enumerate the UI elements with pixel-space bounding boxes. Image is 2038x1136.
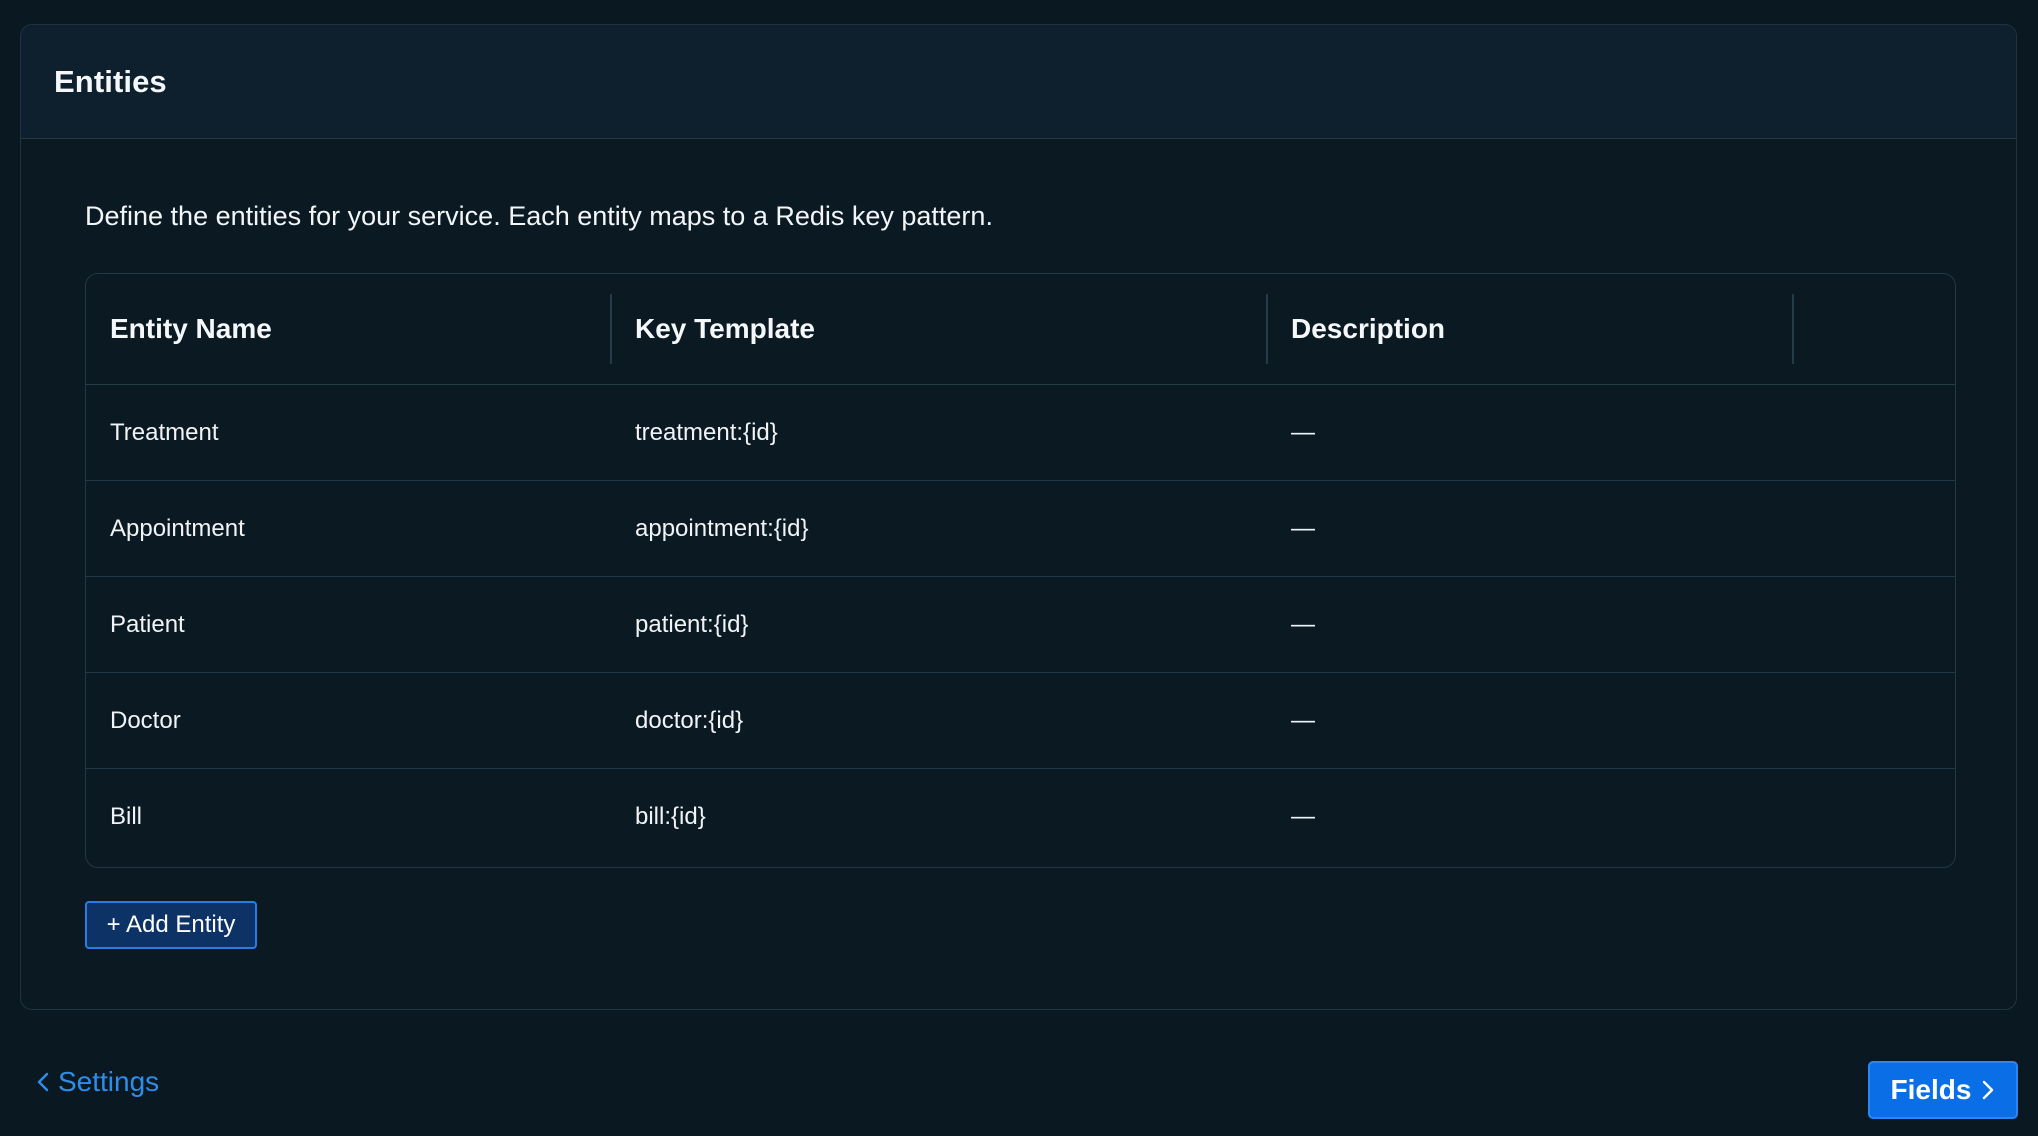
add-entity-button[interactable]: + Add Entity	[85, 901, 257, 949]
chevron-left-icon	[37, 1072, 49, 1092]
entities-table: Entity Name Key Template Description Tre…	[85, 273, 1956, 868]
description-cell: —	[1291, 418, 1315, 446]
column-header-key-template: Key Template	[635, 313, 815, 344]
panel-title: Entities	[54, 63, 167, 99]
column-divider	[610, 294, 612, 364]
key-template-cell: patient:{id}	[635, 610, 749, 638]
back-link-label: Settings	[58, 1066, 160, 1097]
column-header-description: Description	[1291, 313, 1446, 344]
back-to-settings-link[interactable]: Settings	[36, 1066, 159, 1098]
next-fields-button[interactable]: Fields	[1868, 1061, 2018, 1119]
column-divider	[1266, 294, 1268, 364]
panel-header: Entities	[21, 25, 2016, 139]
next-button-label: Fields	[1890, 1074, 1972, 1105]
description-cell: —	[1291, 514, 1315, 542]
column-divider	[1792, 294, 1794, 364]
table-row[interactable]: Appointment appointment:{id} —	[86, 481, 1955, 577]
entity-name-cell: Doctor	[110, 706, 181, 734]
table-row[interactable]: Bill bill:{id} —	[86, 769, 1955, 865]
key-template-cell: treatment:{id}	[635, 418, 778, 446]
entity-name-cell: Treatment	[110, 418, 219, 446]
chevron-right-icon	[1983, 1080, 1994, 1100]
column-header-entity-name: Entity Name	[110, 313, 272, 344]
entity-name-cell: Patient	[110, 610, 185, 638]
entity-name-cell: Bill	[110, 803, 143, 830]
entities-panel: Entities Define the entities for your se…	[20, 24, 2017, 1010]
key-template-cell: doctor:{id}	[635, 706, 744, 734]
description-cell: —	[1291, 706, 1315, 734]
table-row[interactable]: Treatment treatment:{id} —	[86, 385, 1955, 481]
key-template-cell: bill:{id}	[635, 803, 706, 830]
panel-body: Define the entities for your service. Ea…	[21, 139, 2016, 1009]
table-header: Entity Name Key Template Description	[86, 274, 1955, 385]
description-cell: —	[1291, 610, 1315, 638]
description-cell: —	[1291, 803, 1315, 830]
entity-name-cell: Appointment	[110, 514, 245, 542]
table-row[interactable]: Doctor doctor:{id} —	[86, 673, 1955, 769]
key-template-cell: appointment:{id}	[635, 514, 809, 542]
table-row[interactable]: Patient patient:{id} —	[86, 577, 1955, 673]
panel-description: Define the entities for your service. Ea…	[85, 201, 993, 231]
